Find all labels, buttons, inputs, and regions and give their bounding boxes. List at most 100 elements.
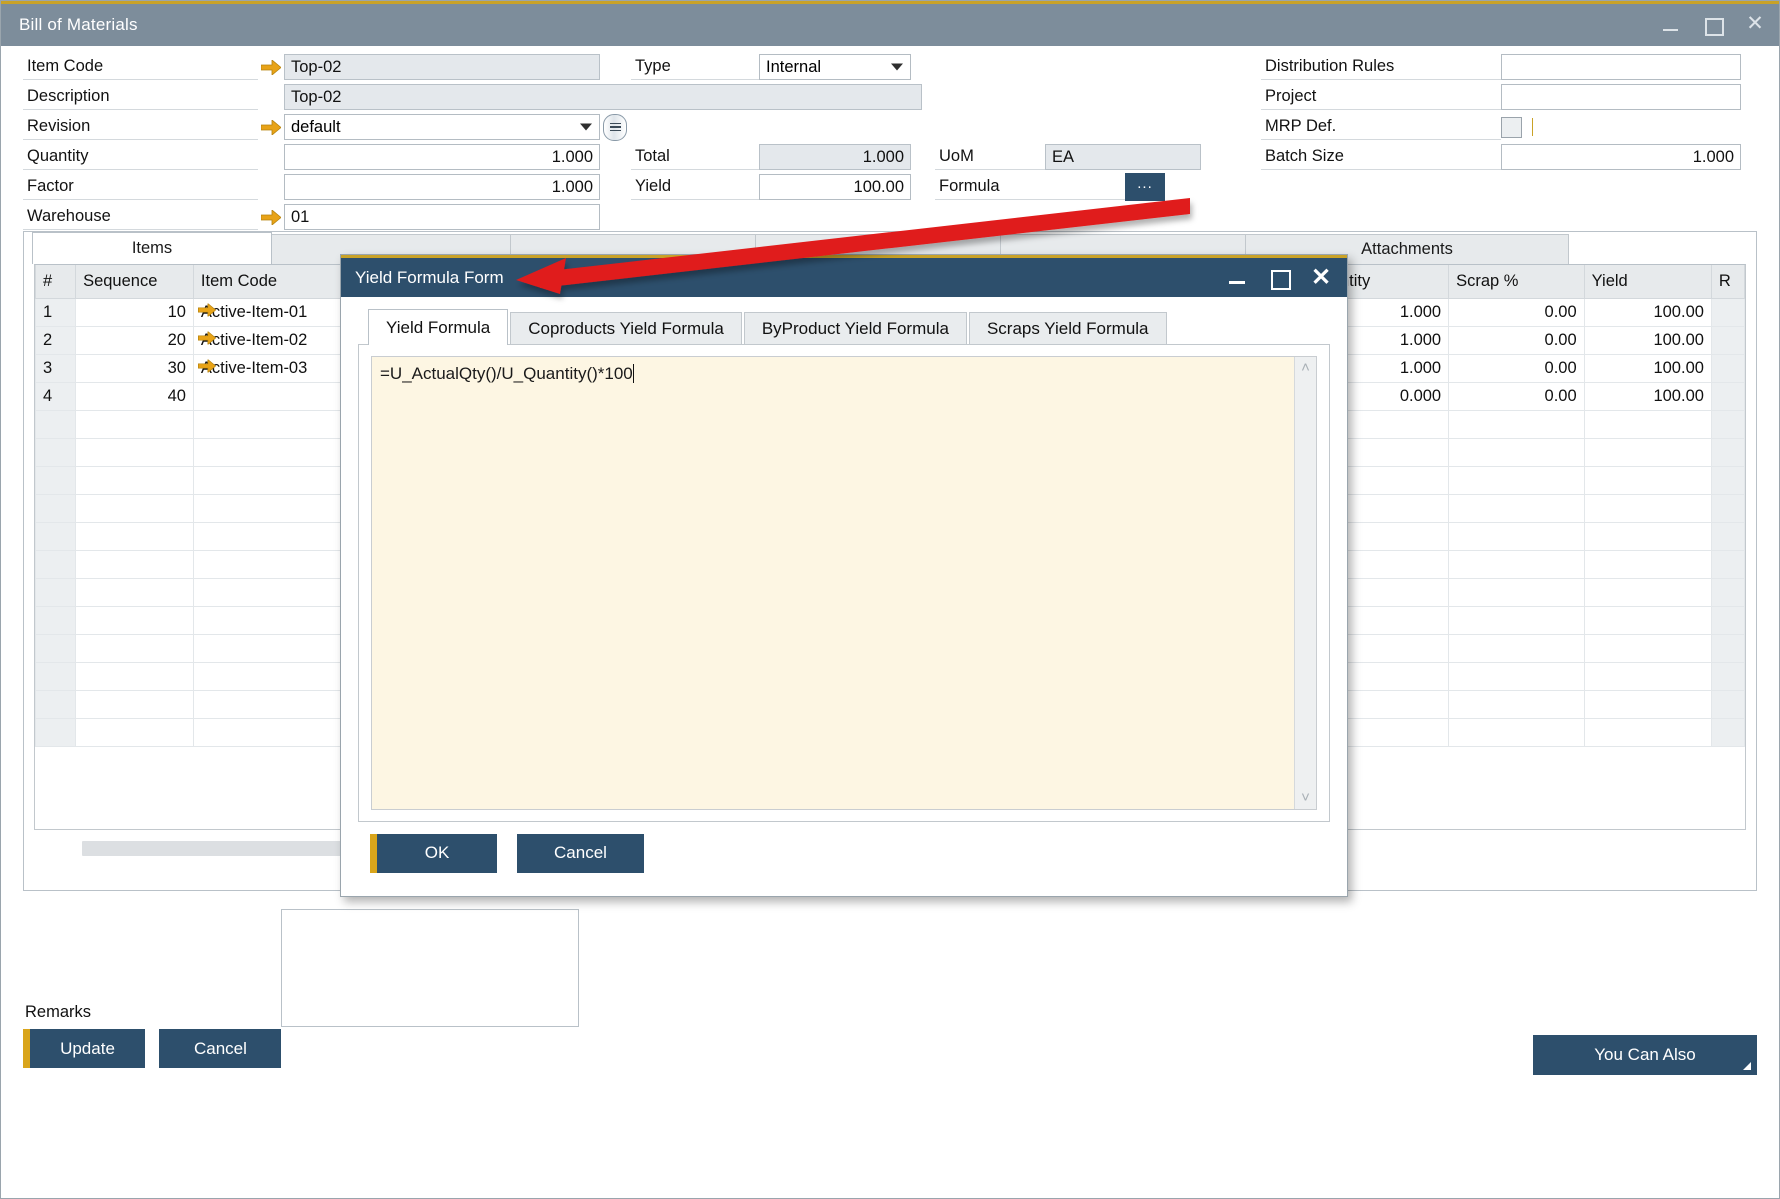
cell-r[interactable]	[1711, 690, 1744, 718]
cell-r[interactable]	[1711, 438, 1744, 466]
cell-sequence[interactable]: 30	[76, 354, 194, 382]
cell-yield[interactable]: 100.00	[1584, 326, 1711, 354]
footer-cancel-button[interactable]: Cancel	[159, 1029, 281, 1068]
dialog-cancel-button[interactable]: Cancel	[517, 834, 644, 873]
quantity-input[interactable]: 1.000	[284, 144, 600, 170]
cell-scrap[interactable]: 0.00	[1449, 382, 1585, 410]
tab-scraps-yield-formula[interactable]: Scraps Yield Formula	[969, 312, 1167, 345]
cell-sequence[interactable]	[76, 718, 194, 746]
cell-rownum[interactable]	[36, 662, 76, 690]
cell-sequence[interactable]: 40	[76, 382, 194, 410]
close-icon[interactable]: ✕	[1745, 15, 1765, 35]
scroll-up-icon[interactable]: ˄	[1301, 362, 1310, 374]
cell-r[interactable]	[1711, 494, 1744, 522]
yield-input[interactable]: 100.00	[759, 174, 911, 200]
cell-r[interactable]	[1711, 382, 1744, 410]
revision-menu-button[interactable]	[603, 114, 627, 141]
cell-sequence[interactable]	[76, 634, 194, 662]
cell-yield[interactable]: 100.00	[1584, 354, 1711, 382]
uom-input[interactable]: EA	[1045, 144, 1201, 170]
link-arrow-icon[interactable]	[258, 204, 284, 230]
cell-r[interactable]	[1711, 354, 1744, 382]
you-can-also-button[interactable]: You Can Also	[1533, 1035, 1757, 1075]
col-sequence[interactable]: Sequence	[76, 265, 194, 298]
cell-scrap[interactable]	[1449, 662, 1585, 690]
link-arrow-icon[interactable]	[198, 331, 216, 350]
cell-yield[interactable]	[1584, 550, 1711, 578]
cell-scrap[interactable]	[1449, 606, 1585, 634]
cell-scrap[interactable]	[1449, 466, 1585, 494]
dialog-minimize-icon[interactable]	[1227, 268, 1247, 288]
cell-rownum[interactable]	[36, 718, 76, 746]
total-input[interactable]: 1.000	[759, 144, 911, 170]
cell-rownum[interactable]: 3	[36, 354, 76, 382]
formula-text[interactable]: =U_ActualQty()/U_Quantity()*100	[372, 357, 1294, 809]
col-r[interactable]: R	[1711, 265, 1744, 298]
cell-r[interactable]	[1711, 718, 1744, 746]
cell-r[interactable]	[1711, 466, 1744, 494]
cell-r[interactable]	[1711, 410, 1744, 438]
cell-r[interactable]	[1711, 578, 1744, 606]
cell-yield[interactable]	[1584, 634, 1711, 662]
item-code-input[interactable]: Top-02	[284, 54, 600, 80]
col-yield[interactable]: Yield	[1584, 265, 1711, 298]
cell-rownum[interactable]: 1	[36, 298, 76, 326]
dialog-maximize-icon[interactable]	[1269, 268, 1289, 288]
cell-rownum[interactable]	[36, 522, 76, 550]
cell-r[interactable]	[1711, 606, 1744, 634]
project-input[interactable]	[1501, 84, 1741, 110]
cell-sequence[interactable]	[76, 662, 194, 690]
tab-byproduct-yield-formula[interactable]: ByProduct Yield Formula	[744, 312, 967, 345]
cell-r[interactable]	[1711, 298, 1744, 326]
cell-scrap[interactable]	[1449, 410, 1585, 438]
formula-vertical-scrollbar[interactable]: ˄ ˅	[1294, 357, 1316, 809]
cell-scrap[interactable]	[1449, 522, 1585, 550]
cell-sequence[interactable]	[76, 438, 194, 466]
cell-rownum[interactable]	[36, 578, 76, 606]
cell-yield[interactable]	[1584, 662, 1711, 690]
cell-scrap[interactable]: 0.00	[1449, 354, 1585, 382]
cell-sequence[interactable]: 10	[76, 298, 194, 326]
batch-size-input[interactable]: 1.000	[1501, 144, 1741, 170]
cell-rownum[interactable]	[36, 690, 76, 718]
type-select[interactable]: Internal	[759, 54, 911, 80]
cell-yield[interactable]	[1584, 494, 1711, 522]
cell-scrap[interactable]	[1449, 550, 1585, 578]
cell-scrap[interactable]: 0.00	[1449, 326, 1585, 354]
cell-sequence[interactable]: 20	[76, 326, 194, 354]
cell-r[interactable]	[1711, 550, 1744, 578]
warehouse-input[interactable]: 01	[284, 204, 600, 230]
cell-sequence[interactable]	[76, 494, 194, 522]
cell-r[interactable]	[1711, 662, 1744, 690]
cell-sequence[interactable]	[76, 410, 194, 438]
cell-rownum[interactable]	[36, 550, 76, 578]
link-arrow-icon[interactable]	[258, 114, 284, 140]
tab-yield-formula[interactable]: Yield Formula	[368, 309, 508, 345]
distribution-rules-input[interactable]	[1501, 54, 1741, 80]
revision-select[interactable]: default	[284, 114, 600, 140]
cell-sequence[interactable]	[76, 606, 194, 634]
cell-sequence[interactable]	[76, 466, 194, 494]
tab-coproducts-yield-formula[interactable]: Coproducts Yield Formula	[510, 312, 742, 345]
cell-rownum[interactable]	[36, 494, 76, 522]
cell-rownum[interactable]	[36, 438, 76, 466]
minimize-icon[interactable]	[1661, 15, 1681, 35]
cell-rownum[interactable]	[36, 466, 76, 494]
cell-scrap[interactable]	[1449, 718, 1585, 746]
cell-r[interactable]	[1711, 634, 1744, 662]
cell-yield[interactable]	[1584, 410, 1711, 438]
description-input[interactable]: Top-02	[284, 84, 922, 110]
cell-sequence[interactable]	[76, 690, 194, 718]
formula-ellipsis-button[interactable]: ...	[1125, 173, 1165, 201]
cell-r[interactable]	[1711, 522, 1744, 550]
col-rownum[interactable]: #	[36, 265, 76, 298]
cell-rownum[interactable]	[36, 634, 76, 662]
cell-r[interactable]	[1711, 326, 1744, 354]
cell-scrap[interactable]	[1449, 578, 1585, 606]
cell-yield[interactable]: 100.00	[1584, 298, 1711, 326]
tab-items[interactable]: Items	[32, 232, 272, 264]
cell-yield[interactable]	[1584, 578, 1711, 606]
scroll-down-icon[interactable]: ˅	[1301, 792, 1310, 804]
cell-scrap[interactable]	[1449, 690, 1585, 718]
cell-yield[interactable]	[1584, 438, 1711, 466]
